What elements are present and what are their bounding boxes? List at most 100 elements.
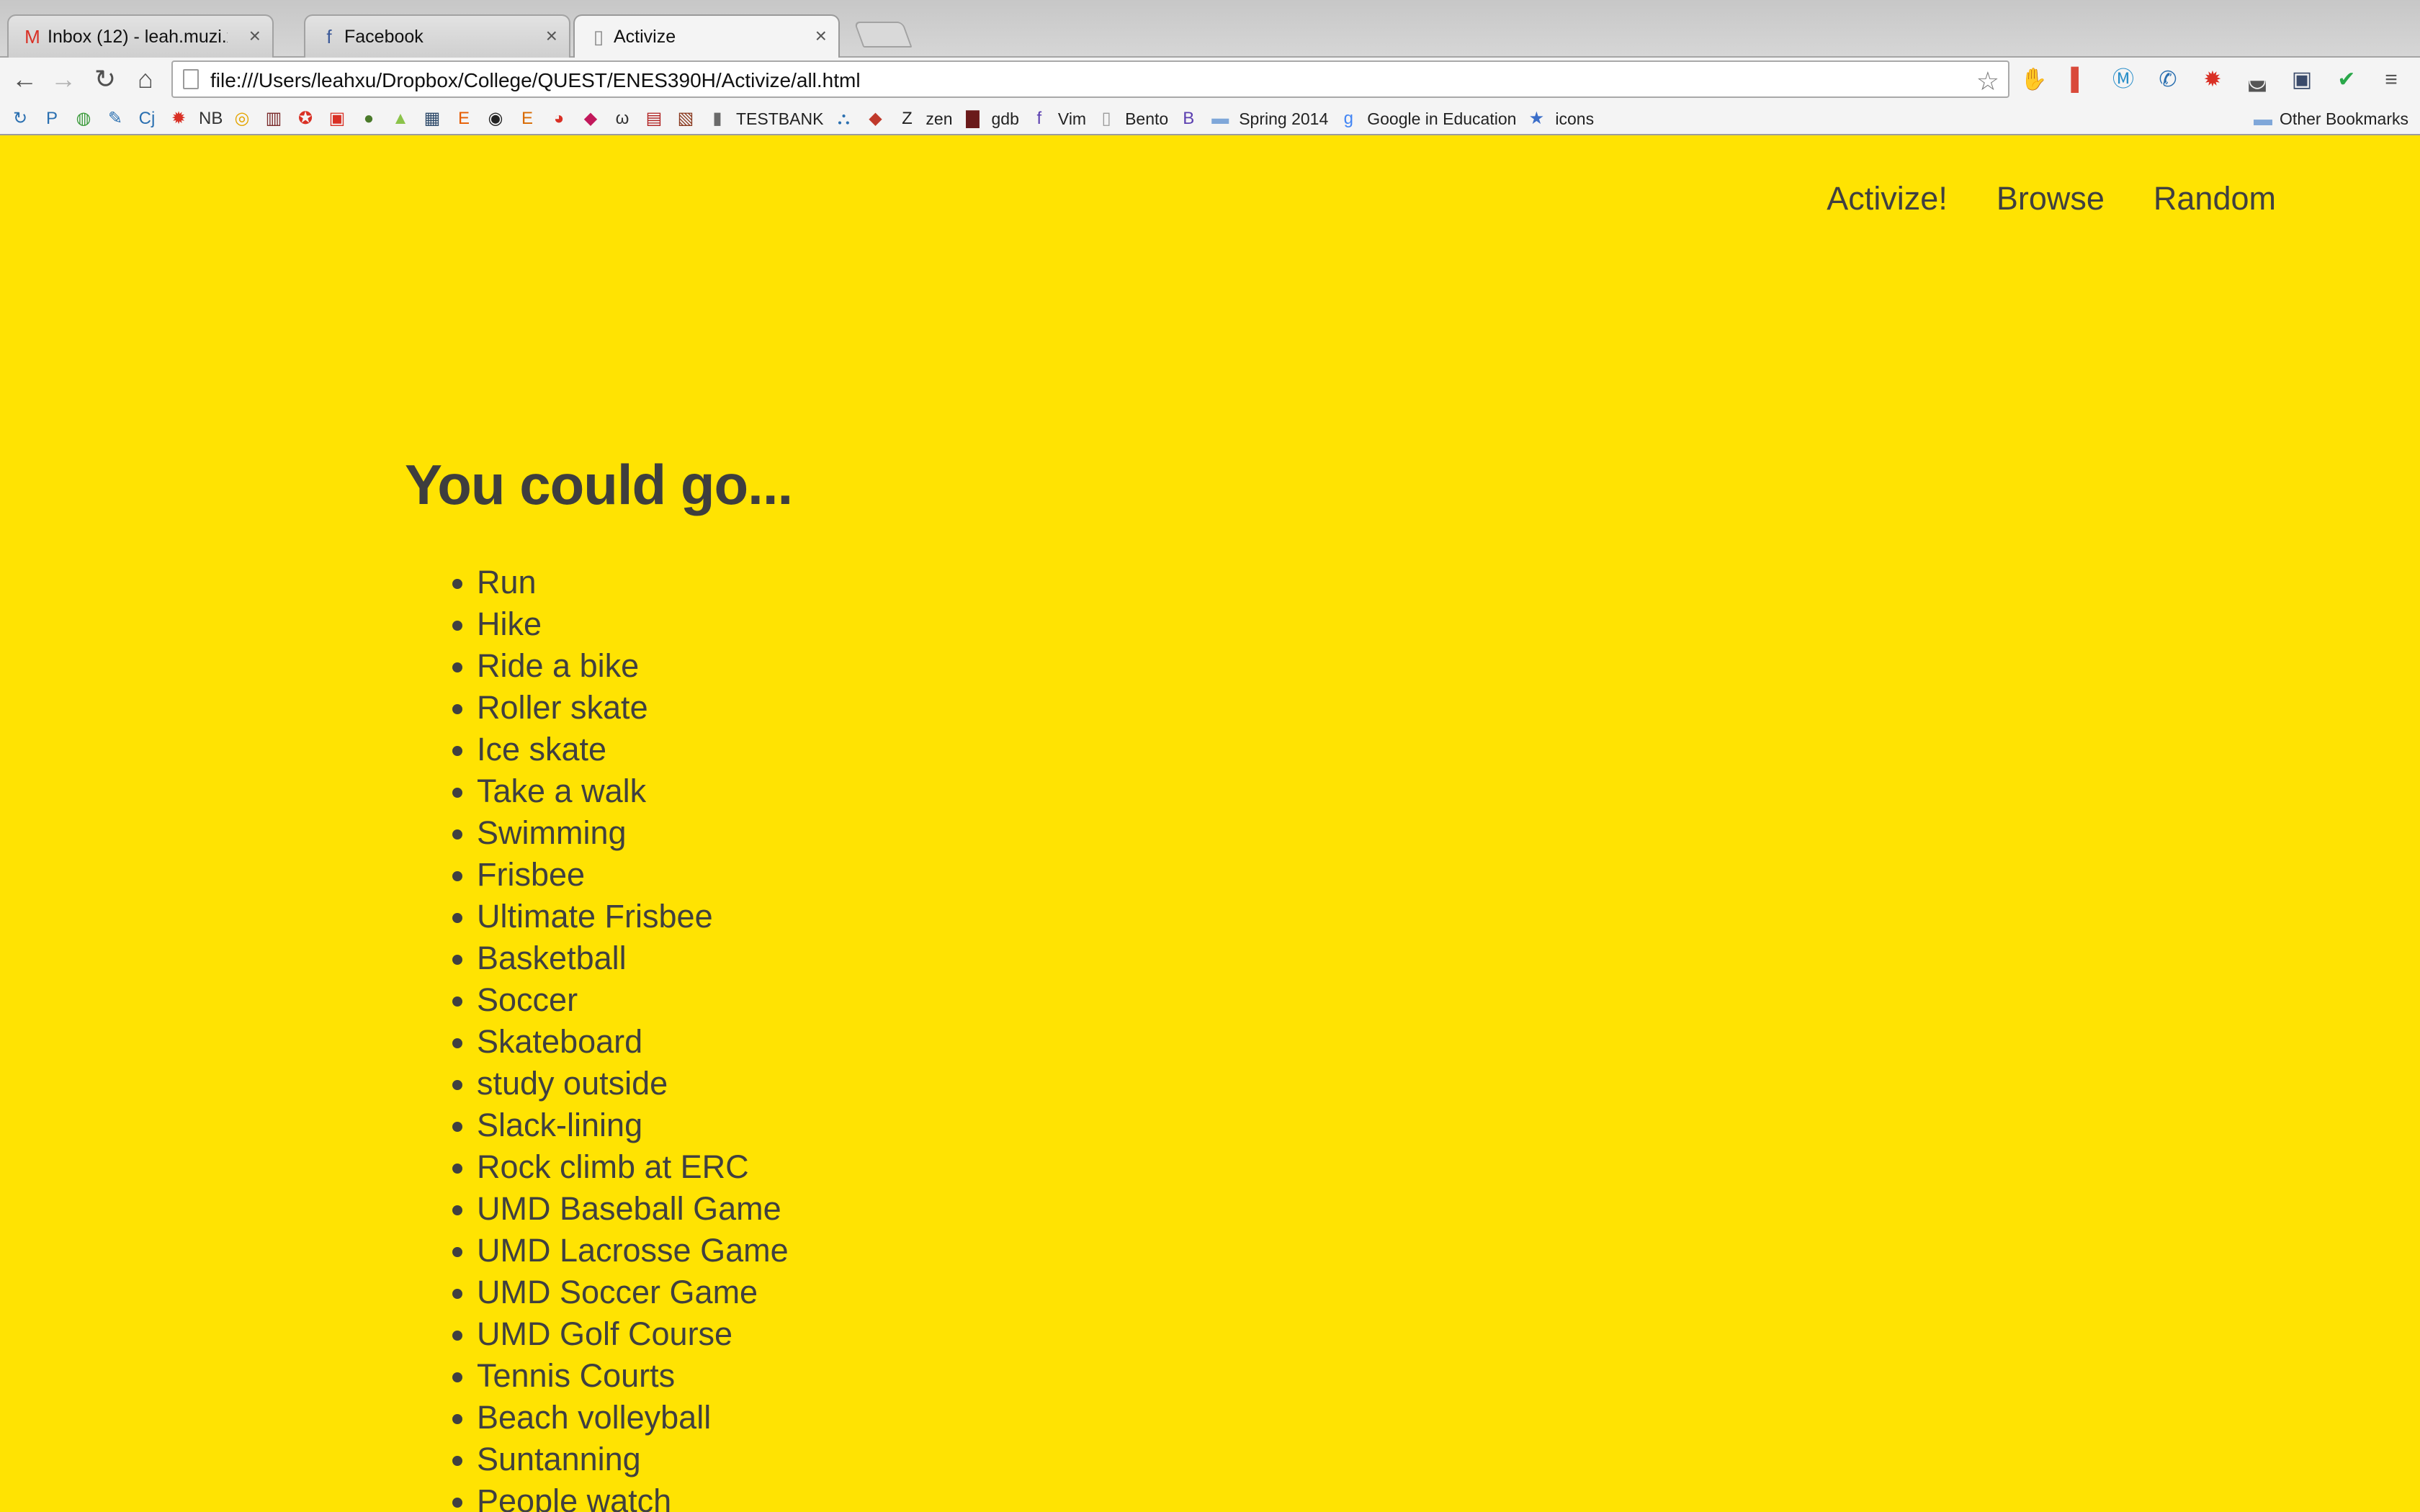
activity-item: Rock climb at ERC <box>477 1146 789 1188</box>
nav-activize[interactable]: Activize! <box>1827 180 1948 217</box>
gmail-icon: M <box>24 26 40 48</box>
bookmark-item[interactable]: NB <box>199 107 223 130</box>
gear-red-icon[interactable]: ✹ <box>2195 64 2230 96</box>
home-icon[interactable]: ⌂ <box>128 62 163 96</box>
menu-icon[interactable]: ≡ <box>2374 64 2408 96</box>
photo-icon[interactable]: ▣ <box>2285 64 2319 96</box>
bookmark-icon: ▤ <box>645 109 663 128</box>
pocket-icon[interactable]: ◛ <box>2240 64 2275 96</box>
activity-item: UMD Baseball Game <box>477 1188 789 1230</box>
bookmark-item[interactable]: P <box>40 107 63 130</box>
close-icon[interactable]: × <box>815 24 827 48</box>
bookmark-item[interactable]: ▦ <box>421 107 444 130</box>
bookmark-item[interactable]: Cj <box>135 107 158 130</box>
bookmark-icon: ↻ <box>12 109 28 128</box>
browser-toolbar: ← → ↻ ⌂ file:///Users/leahxu/Dropbox/Col… <box>0 58 2420 102</box>
activity-item: Take a walk <box>477 770 789 812</box>
check-icon[interactable]: ✔ <box>2329 64 2364 96</box>
bookmark-item[interactable]: ◆ <box>864 107 887 130</box>
tab-2[interactable]: ▯ Activize × <box>573 14 840 59</box>
bookmark-icon: ● <box>363 109 375 128</box>
bookmark-icon: ✹ <box>171 109 187 128</box>
bookmark-icon: ▇ <box>966 109 980 128</box>
activity-item: Run <box>477 562 789 603</box>
bookmark-item[interactable]: ω <box>611 107 634 130</box>
activity-item: Skateboard <box>477 1021 789 1063</box>
bookmark-item[interactable]: E <box>516 107 539 130</box>
bookmark-icon: f <box>1036 109 1042 128</box>
activity-item: Soccer <box>477 979 789 1021</box>
activity-item: Basketball <box>477 937 789 979</box>
bookmark-item[interactable]: ▲ <box>389 107 412 130</box>
bookmark-item[interactable]: ▣ <box>326 107 349 130</box>
bookmark-label: Vim <box>1057 109 1087 128</box>
bookmark-label: icons <box>1555 109 1595 128</box>
activity-list: RunHikeRide a bikeRoller skateIce skateT… <box>477 562 789 1512</box>
bookmark-item[interactable]: ✎ <box>104 107 127 130</box>
page-content: Activize! Browse Random You could go... … <box>0 135 2420 1512</box>
activity-item: Slack-lining <box>477 1104 789 1146</box>
tab-1[interactable]: f Facebook × <box>304 14 570 58</box>
extension-icons: ✋ ▌ Ⓜ ✆ ✹ ◛ ▣ ✔ ≡ <box>2017 63 2408 96</box>
bookmark-item[interactable]: ▯ Bento <box>1095 107 1168 130</box>
bookmark-item[interactable]: ◉ <box>484 107 507 130</box>
bookmark-item[interactable]: B <box>1177 107 1200 130</box>
bookmark-icon: ◆ <box>869 109 882 128</box>
tab-title: Activize <box>614 27 676 47</box>
nav-browse[interactable]: Browse <box>1996 180 2105 217</box>
close-icon[interactable]: × <box>249 24 261 48</box>
bookmark-icon: ◕ <box>553 109 565 128</box>
activity-item: Tennis Courts <box>477 1355 789 1397</box>
bookmark-item[interactable]: ▮ TESTBANK <box>706 107 823 130</box>
new-tab-button[interactable] <box>853 22 913 48</box>
bookmark-item[interactable]: ▬ Spring 2014 <box>1209 107 1328 130</box>
bookmark-icon: ▮ <box>712 109 722 128</box>
bookmark-icon: ✎ <box>107 109 123 128</box>
bookmark-icon: E <box>457 109 470 128</box>
reload-icon[interactable]: ↻ <box>88 62 122 96</box>
facebook-icon: f <box>326 26 332 48</box>
page-icon <box>183 69 199 89</box>
activity-item: UMD Soccer Game <box>477 1272 789 1313</box>
bookmark-star-icon[interactable]: ☆ <box>1976 66 1999 96</box>
tab-title: Facebook <box>344 27 424 47</box>
address-url[interactable]: file:///Users/leahxu/Dropbox/College/QUE… <box>210 69 861 92</box>
bookmark-item[interactable]: ◍ <box>72 107 95 130</box>
bookmark-icon: ▯ <box>1101 109 1111 128</box>
nav-random[interactable]: Random <box>2154 180 2276 217</box>
close-icon[interactable]: × <box>546 24 557 48</box>
bookmark-label: Spring 2014 <box>1239 109 1329 128</box>
bookmark-item[interactable]: f Vim <box>1028 107 1087 130</box>
bookmark-item[interactable]: ⛬ <box>832 107 855 130</box>
other-bookmarks[interactable]: ▬ Other Bookmarks <box>2254 105 2408 132</box>
bookmark-icon: ▣ <box>328 109 346 128</box>
tab-title: Inbox (12) - leah.muzi.xu <box>48 27 228 47</box>
bookmark-item[interactable]: Zzen <box>895 107 952 130</box>
bookmark-item[interactable]: ↻ <box>9 107 32 130</box>
activity-item: Frisbee <box>477 854 789 896</box>
bookmark-item[interactable]: ▇ gdb <box>962 107 1019 130</box>
bookmark-item[interactable]: ◎ <box>230 107 254 130</box>
bookmark-item[interactable]: ● <box>357 107 380 130</box>
address-bar[interactable]: file:///Users/leahxu/Dropbox/College/QUE… <box>171 60 2009 98</box>
bookmark-item[interactable]: ◕ <box>547 107 570 130</box>
bookmark-item[interactable]: ▧ <box>674 107 697 130</box>
forward-icon[interactable]: → <box>46 62 81 96</box>
bookmark-red-icon[interactable]: ▌ <box>2061 64 2096 96</box>
bookmark-item[interactable]: ★ icons <box>1525 107 1594 130</box>
tab-0[interactable]: M Inbox (12) - leah.muzi.xu × <box>7 14 274 58</box>
activity-item: Suntanning <box>477 1439 789 1480</box>
bookmark-item[interactable]: ✹ <box>167 107 190 130</box>
bookmark-item[interactable]: E <box>452 107 475 130</box>
bookmark-item[interactable]: ▤ <box>642 107 666 130</box>
mention-icon[interactable]: Ⓜ <box>2106 64 2141 96</box>
bookmark-item[interactable]: ▥ <box>262 107 285 130</box>
bookmark-item[interactable]: g Google in Education <box>1337 107 1517 130</box>
back-icon[interactable]: ← <box>7 62 42 96</box>
bookmark-icon: ◍ <box>76 109 91 128</box>
bookmark-item[interactable]: ✪ <box>294 107 317 130</box>
hand-icon[interactable]: ✋ <box>2017 64 2051 96</box>
activity-item: Hike <box>477 603 789 645</box>
bookmark-item[interactable]: ◆ <box>579 107 602 130</box>
phone-icon[interactable]: ✆ <box>2151 64 2185 96</box>
